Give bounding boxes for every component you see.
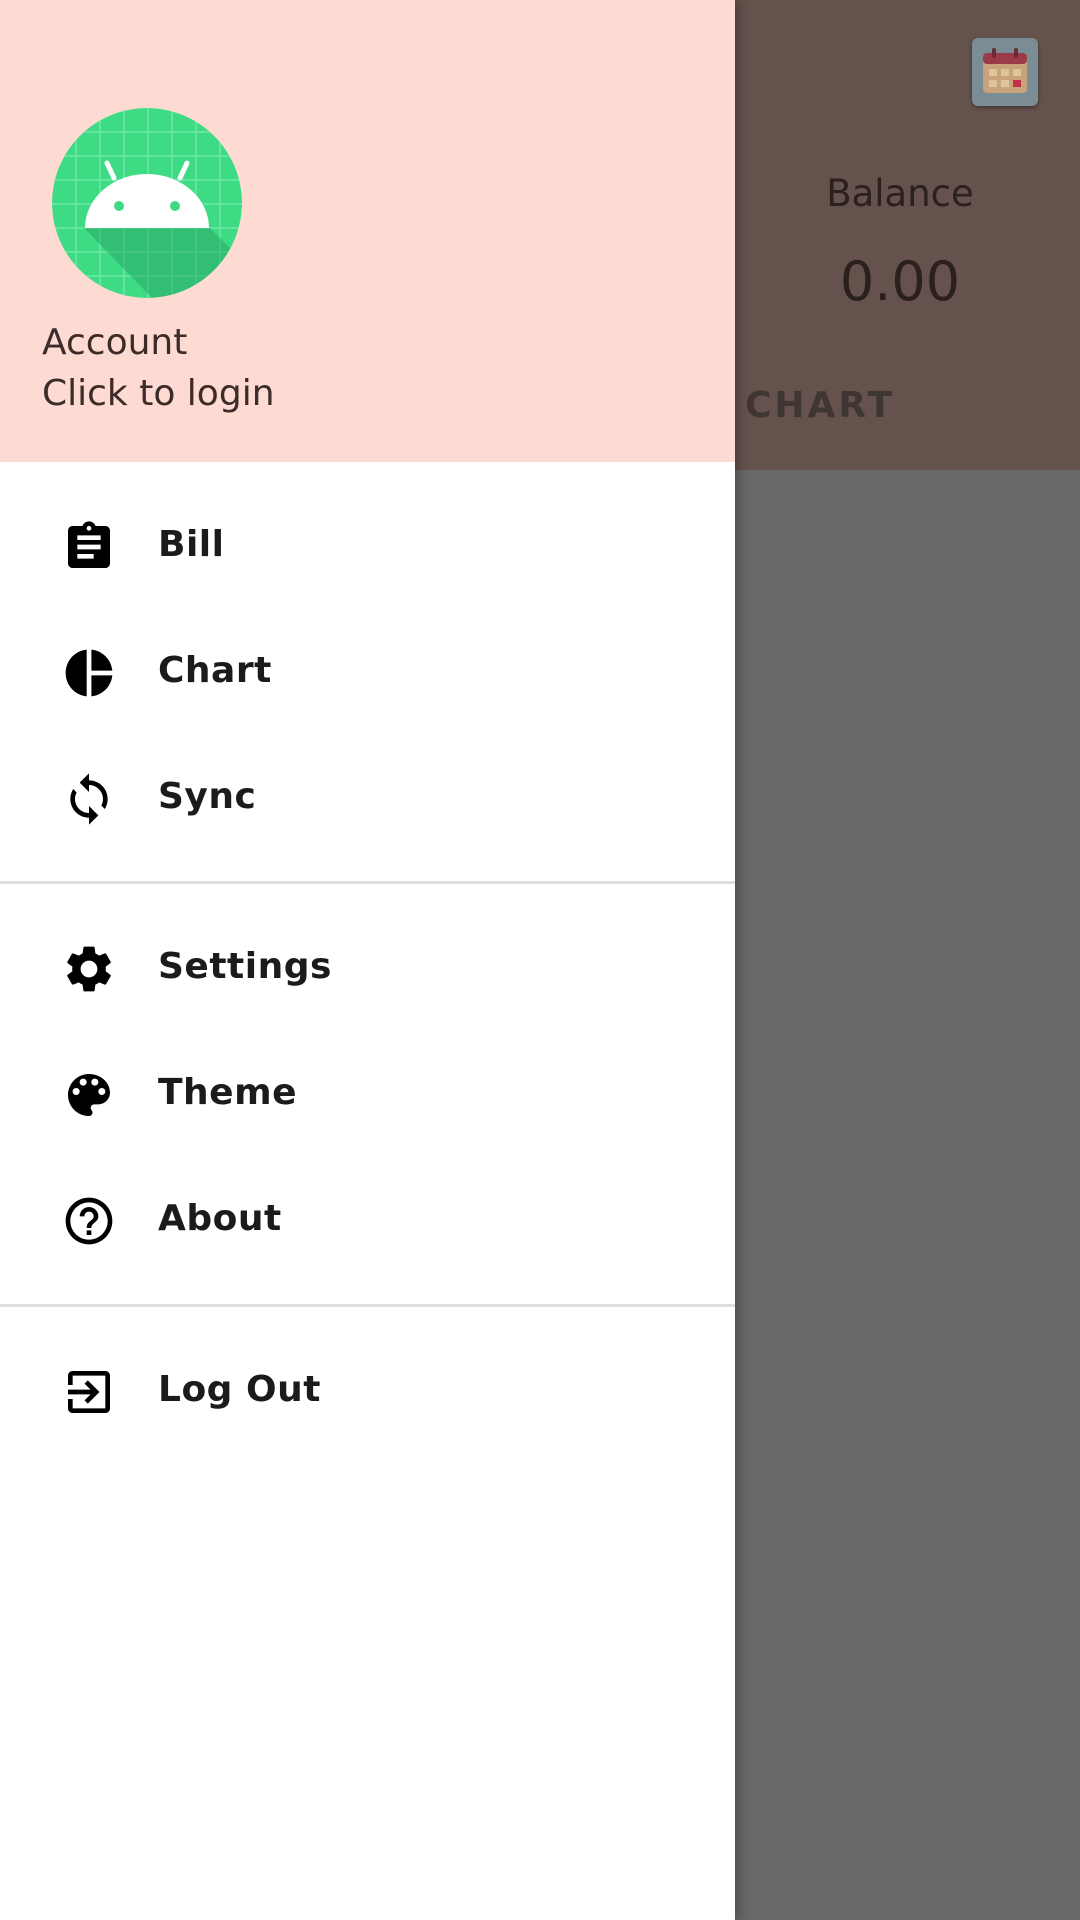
android-avatar-icon[interactable]	[52, 108, 242, 298]
balance-label: Balance	[826, 172, 974, 215]
sync-icon	[70, 773, 108, 825]
navigation-drawer: Account Click to login Bill Chart Sync S…	[0, 0, 735, 1920]
screen: Balance 0.00 CHART Account Click to logi…	[0, 0, 1080, 1920]
palette-icon	[68, 1074, 110, 1116]
account-title: Account	[42, 322, 188, 363]
menu-divider	[0, 1304, 735, 1307]
menu-item-log-out[interactable]: Log Out	[0, 1332, 735, 1452]
help-icon	[65, 1197, 113, 1245]
menu-label-log-out: Log Out	[158, 1369, 321, 1410]
menu-label-about: About	[158, 1198, 282, 1239]
pie-chart-icon	[65, 649, 113, 697]
menu-label-chart: Chart	[158, 650, 272, 691]
drawer-header[interactable]: Account Click to login	[0, 0, 735, 462]
menu-item-sync[interactable]: Sync	[0, 739, 735, 859]
menu-item-bill[interactable]: Bill	[0, 487, 735, 607]
calendar-icon	[983, 48, 1027, 93]
menu-label-sync: Sync	[158, 776, 257, 817]
menu-item-about[interactable]: About	[0, 1161, 735, 1281]
menu-label-bill: Bill	[158, 524, 225, 565]
clipboard-icon	[68, 521, 110, 568]
gear-icon	[67, 946, 111, 992]
balance-value: 0.00	[839, 250, 961, 313]
account-subtitle[interactable]: Click to login	[42, 373, 275, 414]
menu-item-settings[interactable]: Settings	[0, 909, 735, 1029]
menu-item-theme[interactable]: Theme	[0, 1035, 735, 1155]
menu-divider	[0, 881, 735, 884]
exit-icon	[68, 1371, 110, 1413]
calendar-button[interactable]	[972, 38, 1038, 106]
menu-label-settings: Settings	[158, 946, 332, 987]
tab-chart[interactable]: CHART	[745, 385, 895, 426]
menu-label-theme: Theme	[158, 1072, 298, 1113]
menu-item-chart[interactable]: Chart	[0, 613, 735, 733]
